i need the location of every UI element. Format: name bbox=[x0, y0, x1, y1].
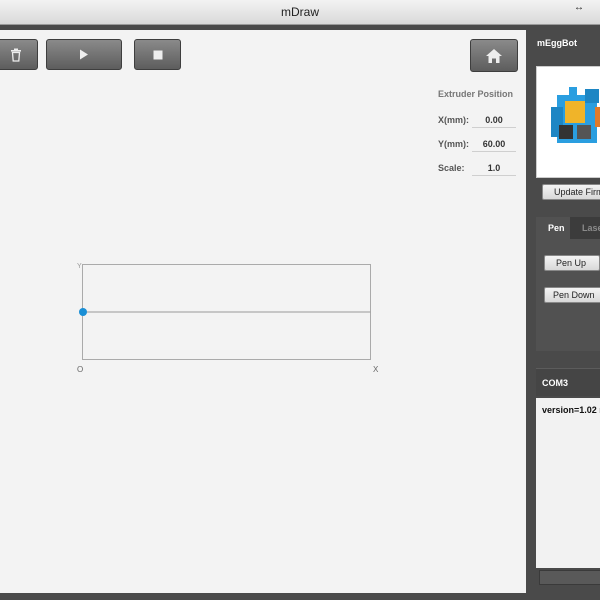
update-firmware-button[interactable]: Update Firmware bbox=[542, 184, 600, 200]
robot-preview-image bbox=[536, 66, 600, 178]
com-port-label[interactable]: COM3 bbox=[536, 368, 600, 396]
panel-tabs: Pen Laser bbox=[536, 217, 600, 239]
egg-bot-illustration bbox=[551, 87, 600, 143]
pen-up-button[interactable]: Pen Up bbox=[544, 255, 600, 271]
pen-down-button[interactable]: Pen Down bbox=[544, 287, 600, 303]
pen-position-marker[interactable] bbox=[79, 308, 87, 316]
plot-area: O X Y bbox=[77, 263, 379, 374]
console-input[interactable] bbox=[539, 570, 600, 585]
serial-console-output: version=1.02 mEggBot bbox=[536, 398, 600, 568]
tab-laser[interactable]: Laser bbox=[570, 217, 600, 239]
window-title: mDraw bbox=[281, 5, 319, 19]
resize-icon[interactable]: ↔ bbox=[574, 2, 584, 13]
drawing-canvas[interactable]: Extruder Position X(mm): 0.00 Y(mm): 60.… bbox=[0, 30, 526, 593]
title-bar: mDraw ↔ bbox=[0, 0, 600, 25]
y-axis-label: Y bbox=[77, 263, 82, 270]
x-axis-label: X bbox=[373, 365, 379, 374]
robot-model-label: mEggBot bbox=[537, 38, 577, 48]
tab-pen[interactable]: Pen bbox=[536, 217, 570, 239]
origin-label: O bbox=[77, 365, 83, 374]
